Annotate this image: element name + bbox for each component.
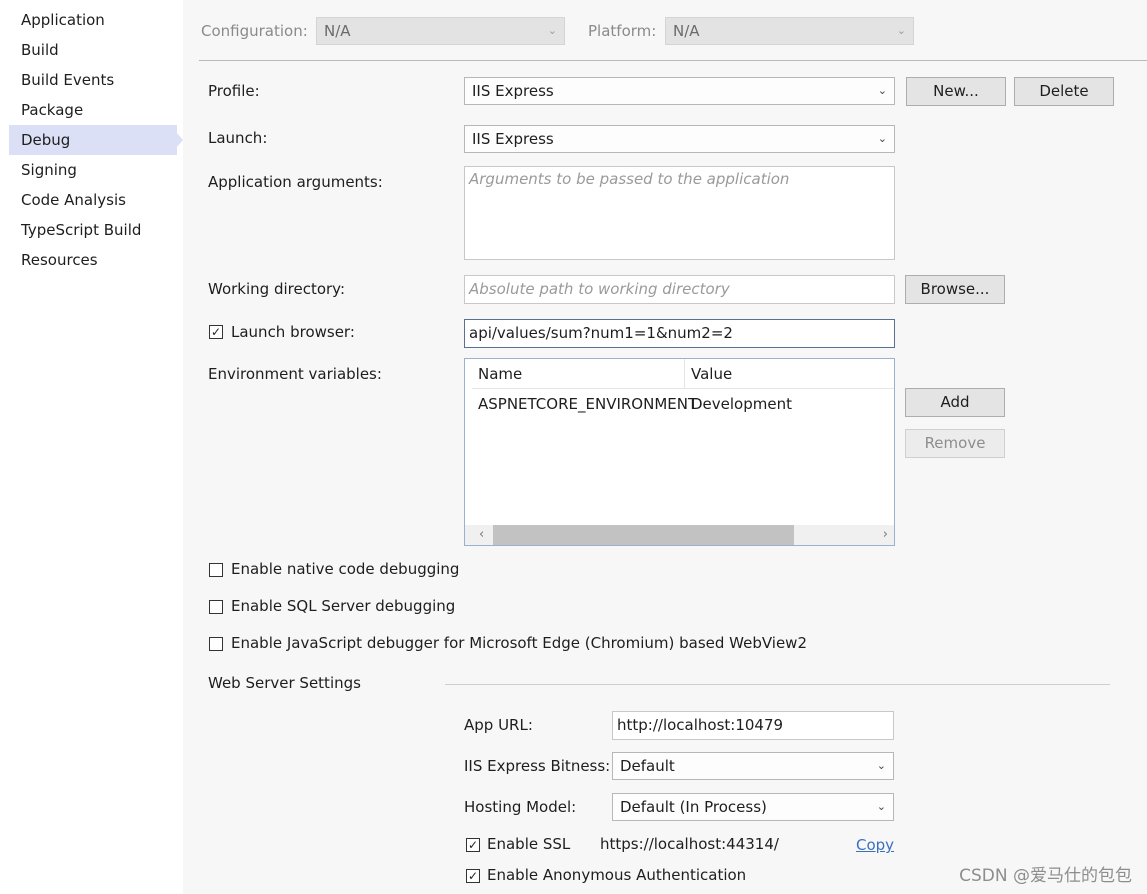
chevron-left-icon[interactable]: ‹ xyxy=(479,525,484,545)
env-vars-label: Environment variables: xyxy=(208,365,382,383)
launch-label: Launch: xyxy=(208,129,268,147)
launch-browser-url-input[interactable]: api/values/sum?num1=1&num2=2 xyxy=(464,319,895,348)
app-url-input[interactable]: http://localhost:10479 xyxy=(612,711,894,740)
configuration-label: Configuration: xyxy=(201,22,308,40)
js-debugger-checkbox[interactable] xyxy=(209,637,223,651)
sidebar-item-resources[interactable]: Resources xyxy=(9,245,177,275)
checkmark-icon: ✓ xyxy=(210,325,222,339)
header-divider xyxy=(199,60,1147,61)
web-server-section-title: Web Server Settings xyxy=(208,674,361,692)
launch-value: IIS Express xyxy=(472,130,554,148)
sql-debugging-label: Enable SQL Server debugging xyxy=(231,597,456,615)
env-column-header-name[interactable]: Name xyxy=(472,359,685,389)
hosting-model-dropdown[interactable]: Default (In Process) ⌄ xyxy=(612,793,894,821)
browse-button[interactable]: Browse... xyxy=(905,275,1005,304)
remove-env-var-button[interactable]: Remove xyxy=(905,429,1005,458)
platform-value: N/A xyxy=(673,22,700,40)
workdir-label: Working directory: xyxy=(208,280,346,298)
sidebar-item-debug[interactable]: Debug xyxy=(9,125,177,155)
app-url-value: http://localhost:10479 xyxy=(617,716,784,734)
env-column-header-value[interactable]: Value xyxy=(685,359,894,389)
watermark-text: CSDN @爱马仕的包包 xyxy=(959,866,1132,886)
launch-browser-checkbox[interactable]: ✓ xyxy=(209,325,223,339)
platform-dropdown: N/A ⌄ xyxy=(665,17,914,45)
add-env-var-button[interactable]: Add xyxy=(905,388,1005,417)
configuration-value: N/A xyxy=(324,22,351,40)
app-args-textarea[interactable]: Arguments to be passed to the applicatio… xyxy=(464,166,895,260)
env-row-name-cell[interactable]: ASPNETCORE_ENVIRONMENT xyxy=(472,390,697,418)
env-row-value-cell[interactable]: Development xyxy=(685,390,894,418)
js-debugger-label: Enable JavaScript debugger for Microsoft… xyxy=(231,634,807,652)
sidebar-nav: Application Build Build Events Package D… xyxy=(0,0,183,894)
sidebar-item-code-analysis[interactable]: Code Analysis xyxy=(9,185,177,215)
copy-ssl-url-link[interactable]: Copy xyxy=(856,836,894,854)
sidebar-item-build[interactable]: Build xyxy=(9,35,177,65)
platform-label: Platform: xyxy=(588,22,657,40)
app-args-label: Application arguments: xyxy=(208,173,383,191)
scrollbar-thumb[interactable] xyxy=(493,525,794,545)
checkmark-icon: ✓ xyxy=(467,838,479,852)
env-vars-grid[interactable]: Name Value ASPNETCORE_ENVIRONMENT Develo… xyxy=(464,358,895,546)
profile-dropdown[interactable]: IIS Express ⌄ xyxy=(464,77,895,105)
chevron-right-icon[interactable]: › xyxy=(883,525,888,545)
chevron-down-icon: ⌄ xyxy=(547,24,557,37)
selection-indicator xyxy=(176,132,183,148)
checkmark-icon: ✓ xyxy=(467,869,479,883)
bitness-value: Default xyxy=(620,757,675,775)
profile-label: Profile: xyxy=(208,82,260,100)
sidebar-item-build-events[interactable]: Build Events xyxy=(9,65,177,95)
ssl-url-text: https://localhost:44314/ xyxy=(600,835,779,853)
launch-browser-label: Launch browser: xyxy=(231,323,355,341)
profile-value: IIS Express xyxy=(472,82,554,100)
app-args-placeholder: Arguments to be passed to the applicatio… xyxy=(469,170,790,188)
delete-profile-button[interactable]: Delete xyxy=(1014,77,1114,106)
web-server-divider xyxy=(445,684,1110,685)
chevron-down-icon: ⌄ xyxy=(876,759,886,772)
launch-dropdown[interactable]: IIS Express ⌄ xyxy=(464,125,895,153)
enable-ssl-checkbox[interactable]: ✓ xyxy=(466,838,480,852)
bitness-dropdown[interactable]: Default ⌄ xyxy=(612,752,894,780)
env-grid-horizontal-scrollbar[interactable]: ‹ › xyxy=(465,525,894,545)
hosting-model-label: Hosting Model: xyxy=(464,798,577,816)
anonymous-auth-checkbox[interactable]: ✓ xyxy=(466,869,480,883)
launch-browser-url-value: api/values/sum?num1=1&num2=2 xyxy=(469,324,733,342)
chevron-down-icon: ⌄ xyxy=(896,24,906,37)
native-debugging-checkbox[interactable] xyxy=(209,563,223,577)
chevron-down-icon: ⌄ xyxy=(877,84,887,97)
configuration-dropdown: N/A ⌄ xyxy=(316,17,565,45)
app-url-label: App URL: xyxy=(464,716,533,734)
new-profile-button[interactable]: New... xyxy=(906,77,1006,106)
sidebar-item-signing[interactable]: Signing xyxy=(9,155,177,185)
chevron-down-icon: ⌄ xyxy=(876,800,886,813)
enable-ssl-label: Enable SSL xyxy=(487,835,571,853)
native-debugging-label: Enable native code debugging xyxy=(231,560,460,578)
hosting-model-value: Default (In Process) xyxy=(620,798,767,816)
sql-debugging-checkbox[interactable] xyxy=(209,600,223,614)
sidebar-item-typescript-build[interactable]: TypeScript Build xyxy=(9,215,177,245)
chevron-down-icon: ⌄ xyxy=(877,132,887,145)
workdir-placeholder: Absolute path to working directory xyxy=(469,280,730,298)
workdir-input[interactable]: Absolute path to working directory xyxy=(464,275,895,304)
sidebar-item-package[interactable]: Package xyxy=(9,95,177,125)
anonymous-auth-label: Enable Anonymous Authentication xyxy=(487,866,747,884)
bitness-label: IIS Express Bitness: xyxy=(464,757,611,775)
sidebar-item-application[interactable]: Application xyxy=(9,5,177,35)
